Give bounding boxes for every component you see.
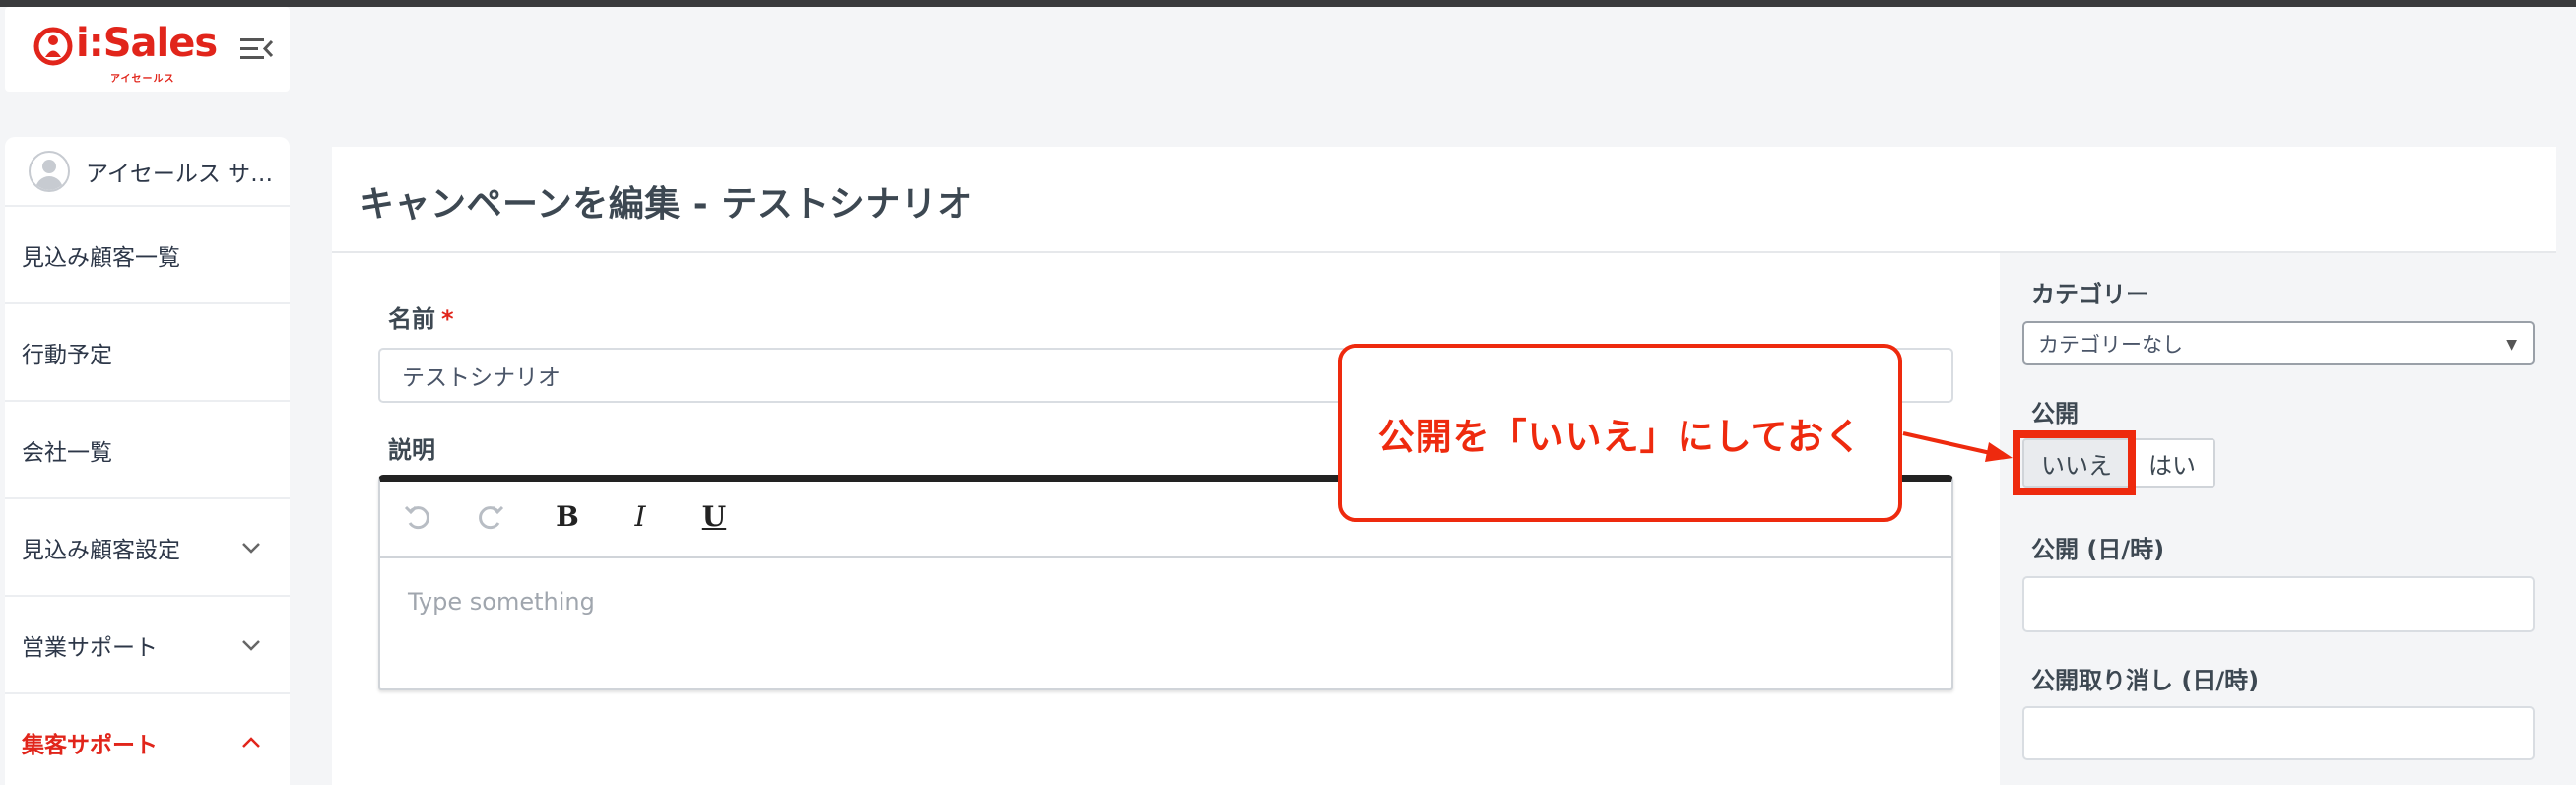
user-profile[interactable]: アイセールス サポート (5, 137, 290, 207)
sidebar: アイセールス サポート 見込み顧客一覧 行動予定 会社一覧 見込み顧客設定 営業… (5, 137, 290, 785)
name-label-text: 名前 (388, 305, 435, 333)
category-select[interactable]: カテゴリーなし ▼ (2022, 321, 2535, 365)
user-name: アイセールス サポート (86, 161, 278, 187)
undo-icon[interactable] (402, 501, 433, 533)
avatar (29, 150, 70, 192)
sidebar-item-prospects[interactable]: 見込み顧客一覧 (5, 207, 290, 304)
name-label: 名前 * (388, 299, 454, 334)
brand-name: i:Sales (76, 21, 218, 66)
sidebar-item-label: 営業サポート (22, 634, 158, 661)
description-label: 説明 (388, 436, 435, 464)
sidebar-item-companies[interactable]: 会社一覧 (5, 402, 290, 499)
annotation-arrow-icon (1902, 431, 2013, 462)
category-select-value: カテゴリーなし (2038, 332, 2183, 357)
dropdown-arrow-icon: ▼ (2506, 337, 2517, 353)
sidebar-item-label: 見込み顧客設定 (22, 537, 180, 563)
publish-label: 公開 (2031, 400, 2079, 427)
logo-card: i:Sales アイセールス (5, 7, 290, 92)
publish-yes-button[interactable]: はい (2131, 438, 2215, 488)
brand-subtitle: アイセールス (110, 74, 175, 85)
sidebar-item-schedule[interactable]: 行動予定 (5, 304, 290, 402)
unpublish-datetime-input[interactable] (2022, 706, 2535, 760)
window-top-bar (0, 0, 2576, 7)
italic-icon[interactable]: I (625, 501, 656, 533)
publish-no-button[interactable]: いいえ (2022, 438, 2131, 488)
required-mark: * (441, 305, 454, 333)
sidebar-item-sales-support[interactable]: 営業サポート (5, 597, 290, 694)
annotation-callout: 公開を「いいえ」にしておく (1338, 344, 1902, 522)
unpublish-datetime-label: 公開取り消し (日/時) (2031, 667, 2260, 694)
chevron-up-icon (242, 736, 260, 748)
menu-collapse-icon[interactable] (238, 33, 274, 65)
publish-datetime-label: 公開 (日/時) (2031, 536, 2165, 563)
underline-icon[interactable]: U (698, 501, 730, 533)
publish-datetime-input[interactable] (2022, 576, 2535, 632)
sidebar-item-label: 行動予定 (22, 342, 112, 368)
chevron-down-icon (242, 639, 260, 651)
page-title: キャンペーンを編集 - テストシナリオ (359, 184, 973, 225)
name-input-value: テストシナリオ (402, 365, 561, 391)
category-label: カテゴリー (2031, 281, 2149, 308)
editor-placeholder: Type something (408, 588, 595, 616)
redo-icon[interactable] (475, 501, 506, 533)
sidebar-item-marketing-support[interactable]: 集客サポート (5, 694, 290, 785)
annotation-text: 公開を「いいえ」にしておく (1377, 415, 1863, 458)
sidebar-item-label: 見込み顧客一覧 (22, 244, 180, 271)
publish-toggle: いいえ はい (2022, 438, 2215, 488)
brand-logo-icon (33, 27, 73, 66)
bold-icon[interactable]: B (552, 501, 583, 533)
sidebar-item-prospect-settings[interactable]: 見込み顧客設定 (5, 499, 290, 597)
sidebar-item-label: 会社一覧 (22, 439, 112, 466)
sidebar-item-label: 集客サポート (22, 732, 158, 758)
chevron-down-icon (242, 542, 260, 554)
